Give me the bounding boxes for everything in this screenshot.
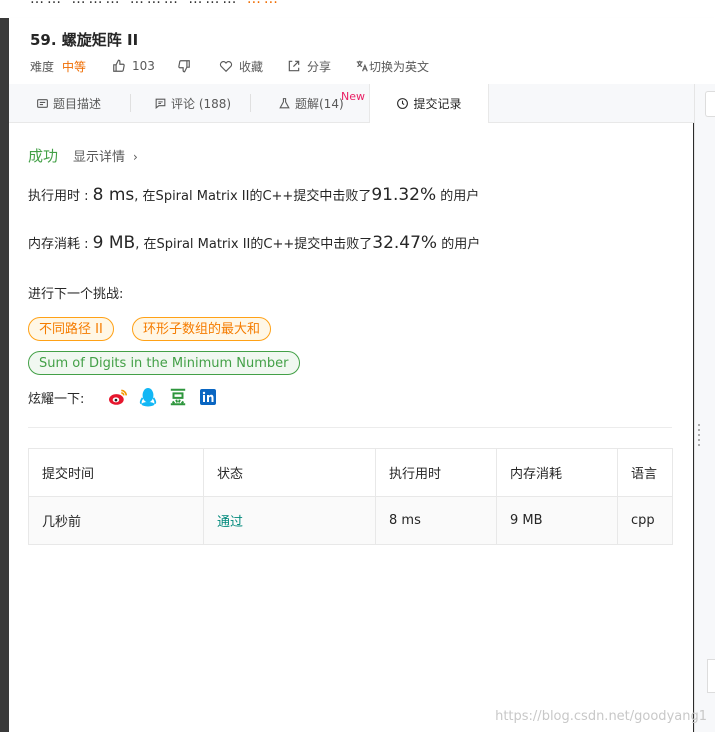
share-label: 分享: [306, 59, 331, 74]
favorite-label: 收藏: [238, 59, 263, 74]
qq-icon[interactable]: [138, 387, 158, 407]
top-nav-strip: …… ……… ……… ……… ……: [0, 0, 715, 18]
challenge-tag-unique-paths[interactable]: 不同路径 II: [28, 317, 114, 341]
resize-handle[interactable]: [698, 424, 701, 449]
table-header-row: 提交时间 状态 执行用时 内存消耗 语言: [28, 448, 673, 497]
divider: [28, 427, 672, 428]
heart-icon: [219, 61, 233, 73]
chevron-right-icon: ›: [133, 150, 138, 164]
memory-middle: , 在Spiral Matrix II的C++提交中击败了: [135, 237, 373, 252]
comment-icon: [155, 98, 166, 109]
col-memory: 内存消耗: [496, 448, 618, 497]
col-submit-time: 提交时间: [28, 448, 204, 497]
clock-icon: [397, 98, 409, 109]
col-language: 语言: [617, 448, 673, 497]
thumbs-down-icon: [178, 60, 190, 73]
douban-icon[interactable]: [168, 387, 188, 407]
runtime-value: 8 ms: [92, 185, 135, 205]
col-status: 状态: [203, 448, 376, 497]
cell-status-link[interactable]: 通过: [203, 496, 376, 545]
flask-icon: [279, 97, 290, 108]
memory-percent: 32.47%: [372, 233, 438, 253]
show-details-link[interactable]: 显示详情 ›: [73, 146, 138, 165]
share-button[interactable]: 分享: [287, 58, 331, 75]
memory-stat: 内存消耗 : 9 MB, 在Spiral Matrix II的C++提交中击败了…: [28, 233, 480, 253]
new-badge: New: [341, 90, 365, 103]
difficulty-label: 难度: [30, 59, 55, 74]
next-challenge-label: 进行下一个挑战:: [28, 287, 124, 302]
cell-submit-time: 几秒前: [28, 496, 204, 545]
table-row: 几秒前 通过 8 ms 9 MB cpp: [28, 496, 673, 545]
dislike-button[interactable]: [177, 59, 191, 73]
status-success: 成功: [28, 147, 59, 165]
problem-meta-bar: 难度 中等 103 收藏 分享 切换为英文: [30, 56, 429, 76]
translate-icon: [356, 60, 368, 72]
linkedin-icon[interactable]: [198, 387, 218, 407]
challenge-tag-sum-of-digits[interactable]: Sum of Digits in the Minimum Number: [28, 351, 300, 375]
doc-icon: [37, 98, 48, 108]
cell-runtime: 8 ms: [375, 496, 497, 545]
share-row: 炫耀一下:: [28, 387, 218, 407]
tab-comments[interactable]: 评论 (188): [154, 84, 231, 122]
runtime-label: 执行用时 :: [28, 189, 93, 204]
tab-solutions[interactable]: 题解(14): [278, 84, 344, 122]
tab-label: 提交记录: [413, 97, 462, 111]
top-nav-cut-text: …… ……… ……… ……… ……: [30, 0, 281, 7]
runtime-suffix: 的用户: [436, 189, 480, 204]
challenge-tag-max-circular-subarray[interactable]: 环形子数组的最大和: [132, 317, 272, 341]
memory-label: 内存消耗 :: [28, 237, 93, 252]
editor-toggle-button[interactable]: [705, 91, 715, 117]
share-label: 炫耀一下:: [28, 391, 85, 407]
runtime-percent: 91.32%: [371, 185, 437, 205]
problem-header: 59. 螺旋矩阵 II 难度 中等 103 收藏 分享 切换为英文: [9, 18, 715, 85]
col-runtime: 执行用时: [375, 448, 497, 497]
like-button[interactable]: 103: [112, 59, 155, 73]
show-details-label: 显示详情: [73, 150, 126, 165]
submission-panel: 成功 显示详情 › 执行用时 : 8 ms, 在Spiral Matrix II的…: [9, 123, 693, 732]
cell-language: cpp: [617, 496, 673, 545]
translate-button[interactable]: 切换为英文: [355, 58, 429, 75]
tab-bar: 题目描述 评论 (188) 题解(14) New 提交记录: [9, 84, 694, 123]
result-status-row: 成功 显示详情 ›: [28, 145, 138, 166]
submissions-table: 提交时间 状态 执行用时 内存消耗 语言 几秒前 通过 8 ms 9 MB cp…: [28, 448, 673, 545]
code-editor-pane-edge: [694, 84, 715, 732]
tab-label: 评论 (188): [171, 96, 232, 111]
tab-separator: [130, 94, 131, 112]
favorite-button[interactable]: 收藏: [219, 58, 263, 75]
memory-value: 9 MB: [92, 233, 136, 253]
tab-label: 题解(14): [295, 96, 344, 111]
runtime-middle: , 在Spiral Matrix II的C++提交中击败了: [134, 189, 372, 204]
share-icon: [288, 60, 300, 72]
left-sidebar-edge: [0, 18, 9, 732]
thumbs-up-icon: [113, 59, 125, 72]
like-count: 103: [132, 59, 155, 73]
tab-separator: [250, 94, 251, 112]
tab-label: 题目描述: [53, 96, 102, 111]
problem-title: 59. 螺旋矩阵 II: [30, 31, 139, 49]
translate-label: 切换为英文: [368, 59, 429, 74]
watermark: https://blog.csdn.net/goodyang1: [495, 709, 707, 724]
editor-side-button[interactable]: [707, 659, 715, 693]
cell-memory: 9 MB: [496, 496, 618, 545]
memory-suffix: 的用户: [437, 237, 481, 252]
weibo-icon[interactable]: [108, 387, 128, 407]
runtime-stat: 执行用时 : 8 ms, 在Spiral Matrix II的C++提交中击败了…: [28, 185, 479, 205]
difficulty-value: 中等: [62, 59, 87, 74]
tab-description[interactable]: 题目描述: [36, 84, 101, 122]
tab-submissions[interactable]: 提交记录: [369, 84, 489, 123]
